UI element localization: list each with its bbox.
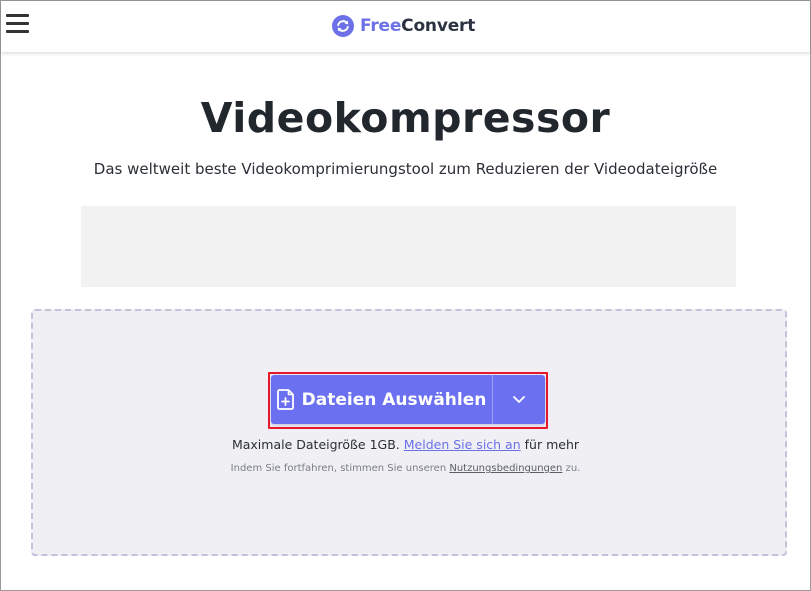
logo-text-free: Free [360,16,402,36]
terms-suffix: zu. [565,463,581,474]
file-plus-icon [276,389,294,410]
terms-notice: Indem Sie fortfahren, stimmen Sie unsere… [1,463,810,474]
page-title: Videokompressor [200,94,611,142]
top-navigation-bar: FreeConvert [1,1,810,52]
terms-prefix: Indem Sie fortfahren, stimmen Sie unsere… [230,463,447,474]
browser-viewport: FreeConvert Videokompressor Das weltweit… [0,0,811,591]
choose-files-button[interactable]: Dateien Auswählen [271,375,545,424]
max-size-suffix: für mehr [524,437,580,452]
hamburger-menu-icon[interactable] [6,14,29,34]
choose-files-label: Dateien Auswählen [301,389,487,410]
file-dropzone[interactable] [31,309,787,556]
refresh-cycle-icon [332,15,354,37]
chevron-down-icon [513,396,525,403]
signup-link[interactable]: Melden Sie sich an [404,437,521,452]
page-subtitle: Das weltweit beste Videokomprimierungsto… [93,160,718,178]
choose-files-main[interactable]: Dateien Auswählen [271,375,492,424]
logo-text-convert: Convert [401,16,476,36]
upload-source-dropdown[interactable] [493,375,545,424]
max-size-text: Maximale Dateigröße 1GB. [231,437,400,452]
terms-of-use-link[interactable]: Nutzungsbedingungen [449,463,562,474]
max-file-size-note: Maximale Dateigröße 1GB. Melden Sie sich… [1,437,810,452]
ad-placeholder [81,206,736,287]
freeconvert-logo[interactable]: FreeConvert [332,14,475,38]
